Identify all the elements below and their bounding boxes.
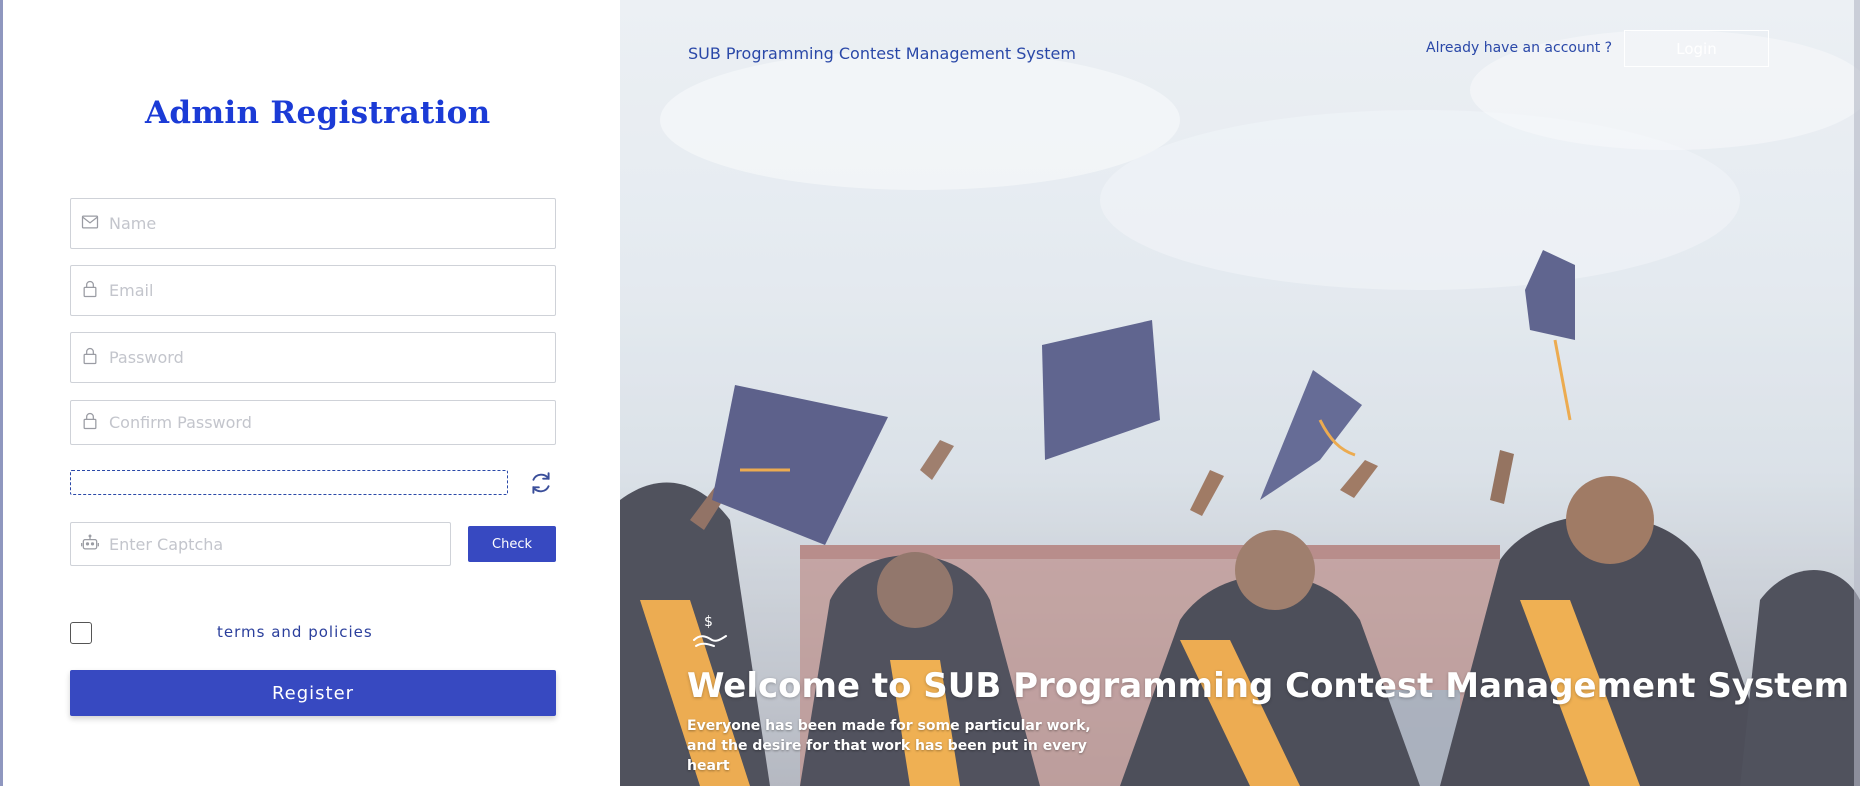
name-placeholder: Name xyxy=(109,214,157,233)
lock-icon xyxy=(83,412,97,430)
robot-icon xyxy=(81,534,99,550)
refresh-icon[interactable] xyxy=(528,470,554,496)
captcha-input[interactable]: Enter Captcha xyxy=(70,522,451,566)
svg-text:$: $ xyxy=(704,614,713,630)
registration-panel: Admin Registration Name Email Password C… xyxy=(3,0,620,786)
lock-icon xyxy=(83,347,97,365)
confirm-password-placeholder: Confirm Password xyxy=(109,413,252,432)
mail-icon xyxy=(81,215,99,229)
brand-name[interactable]: SUB Programming Contest Management Syste… xyxy=(688,44,1076,63)
email-placeholder: Email xyxy=(109,281,154,300)
captcha-display xyxy=(70,470,508,495)
terms-label[interactable]: terms and policies xyxy=(217,623,373,641)
already-account-text: Already have an account ? xyxy=(1426,40,1613,56)
lock-icon xyxy=(83,280,97,298)
check-captcha-button[interactable]: Check xyxy=(468,526,556,562)
tagline-text: Everyone has been made for some particul… xyxy=(687,718,1091,774)
page-title: Admin Registration xyxy=(145,95,491,131)
money-hand-icon: $ xyxy=(693,614,727,647)
login-button[interactable]: Login xyxy=(1624,30,1769,67)
scrollbar[interactable] xyxy=(1854,0,1860,786)
hero-panel: SUB Programming Contest Management Syste… xyxy=(620,0,1860,786)
email-field[interactable]: Email xyxy=(70,265,556,316)
confirm-password-field[interactable]: Confirm Password xyxy=(70,400,556,445)
name-field[interactable]: Name xyxy=(70,198,556,249)
password-placeholder: Password xyxy=(109,348,184,367)
welcome-heading: Welcome to SUB Programming Contest Manag… xyxy=(687,666,1850,706)
password-field[interactable]: Password xyxy=(70,332,556,383)
terms-checkbox[interactable] xyxy=(70,622,92,644)
register-button[interactable]: Register xyxy=(70,670,556,716)
captcha-placeholder: Enter Captcha xyxy=(109,535,224,554)
